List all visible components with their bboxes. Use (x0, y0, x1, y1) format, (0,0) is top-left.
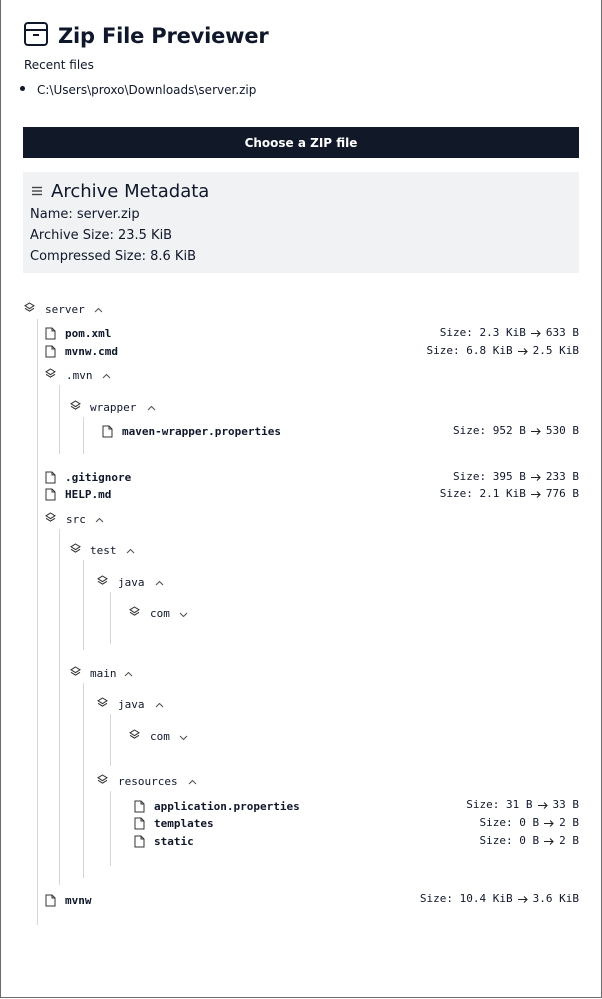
file-icon (45, 327, 56, 340)
layers-icon (24, 302, 35, 312)
metadata-name: Name: server.zip (30, 207, 140, 222)
file-maven-wrapper-properties[interactable]: maven-wrapper.properties (122, 425, 281, 439)
file-icon (45, 345, 56, 358)
folder-resources[interactable]: resources (118, 775, 178, 789)
chevron-up-icon[interactable] (94, 307, 103, 313)
chevron-up-icon[interactable] (155, 702, 164, 708)
archive-box-icon (24, 22, 48, 46)
folder-src[interactable]: src (66, 513, 86, 527)
file-pom-xml[interactable]: pom.xml (65, 327, 111, 341)
recent-file-link[interactable]: C:\Users\proxo\Downloads\server.zip (37, 82, 256, 98)
file-size: Size: 0 B2 B (479, 834, 579, 847)
file-size: Size: 2.1 KiB 776 B (439, 487, 579, 500)
tree-guide-line (37, 319, 38, 925)
tree-guide-line (83, 683, 84, 878)
file-mvnw[interactable]: mvnw (65, 894, 92, 908)
tree-guide-line (83, 417, 84, 454)
metadata-title: Archive Metadata (51, 181, 210, 202)
arrow-right-icon (537, 801, 548, 809)
file-mvnw-cmd[interactable]: mvnw.cmd (65, 345, 118, 359)
arrow-right-icon (544, 837, 554, 845)
layers-icon (45, 512, 56, 522)
file-application-properties[interactable]: application.properties (154, 800, 300, 814)
layers-icon (70, 400, 81, 410)
file-icon (134, 800, 145, 813)
layers-icon (97, 774, 108, 784)
arrow-right-icon (544, 819, 554, 827)
page-title: Zip File Previewer (58, 24, 269, 48)
arrow-right-icon (517, 347, 528, 355)
file-size: Size: 952 B 530 B (453, 424, 579, 437)
chevron-up-icon[interactable] (188, 779, 197, 785)
layers-icon (129, 606, 140, 616)
file-static[interactable]: static (154, 835, 194, 849)
chevron-up-icon[interactable] (102, 373, 111, 379)
tree-guide-line (83, 560, 84, 650)
chevron-down-icon[interactable] (179, 612, 188, 618)
file-icon (45, 488, 56, 501)
folder-test[interactable]: test (90, 544, 117, 558)
file-templates[interactable]: templates (154, 817, 214, 831)
file-size: Size: 10.4 KiB 3.6 KiB (419, 892, 579, 905)
chevron-up-icon[interactable] (95, 517, 104, 523)
metadata-compressed-size: Compressed Size: 8.6 KiB (30, 249, 196, 264)
arrow-right-icon (530, 473, 541, 481)
folder-mvn[interactable]: .mvn (66, 369, 93, 383)
menu-icon (32, 186, 42, 196)
layers-icon (70, 666, 81, 676)
file-size: Size: 2.3 KiB 633 B (439, 326, 579, 339)
tree-guide-line (110, 791, 111, 866)
tree-guide-line (59, 529, 60, 885)
file-icon (45, 471, 56, 484)
layers-icon (97, 575, 108, 585)
file-size: Size: 395 B 233 B (453, 470, 579, 483)
file-icon (45, 894, 56, 907)
folder-server[interactable]: server (45, 303, 85, 317)
tree-guide-line (110, 592, 111, 644)
file-gitignore[interactable]: .gitignore (65, 471, 131, 485)
file-size: Size: 6.8 KiB 2.5 KiB (426, 344, 579, 357)
chevron-down-icon[interactable] (179, 735, 188, 741)
folder-main-com[interactable]: com (150, 730, 170, 744)
file-icon (102, 425, 113, 438)
chevron-up-icon[interactable] (124, 671, 133, 677)
layers-icon (70, 543, 81, 553)
tree-guide-line (59, 385, 60, 454)
metadata-archive-size: Archive Size: 23.5 KiB (30, 228, 173, 243)
tree-guide-line (110, 714, 111, 766)
folder-main-java[interactable]: java (118, 698, 145, 712)
file-icon (134, 817, 145, 830)
layers-icon (129, 729, 140, 739)
layers-icon (45, 368, 56, 378)
file-size: Size: 31 B 33 B (466, 798, 579, 811)
chevron-up-icon[interactable] (155, 580, 164, 586)
recent-files-label: Recent files (24, 58, 94, 72)
arrow-right-icon (530, 329, 541, 337)
choose-zip-button[interactable]: Choose a ZIP file (23, 127, 579, 158)
file-help-md[interactable]: HELP.md (65, 488, 111, 502)
arrow-right-icon (530, 427, 541, 435)
file-icon (134, 835, 145, 848)
chevron-up-icon[interactable] (147, 405, 156, 411)
layers-icon (97, 697, 108, 707)
folder-test-java[interactable]: java (118, 576, 145, 590)
arrow-right-icon (530, 490, 541, 498)
arrow-right-icon (517, 895, 528, 903)
folder-wrapper[interactable]: wrapper (90, 401, 136, 415)
folder-main[interactable]: main (90, 667, 117, 681)
list-bullet (20, 86, 25, 91)
file-size: Size: 0 B2 B (479, 816, 579, 829)
chevron-up-icon[interactable] (126, 548, 135, 554)
folder-test-com[interactable]: com (150, 607, 170, 621)
